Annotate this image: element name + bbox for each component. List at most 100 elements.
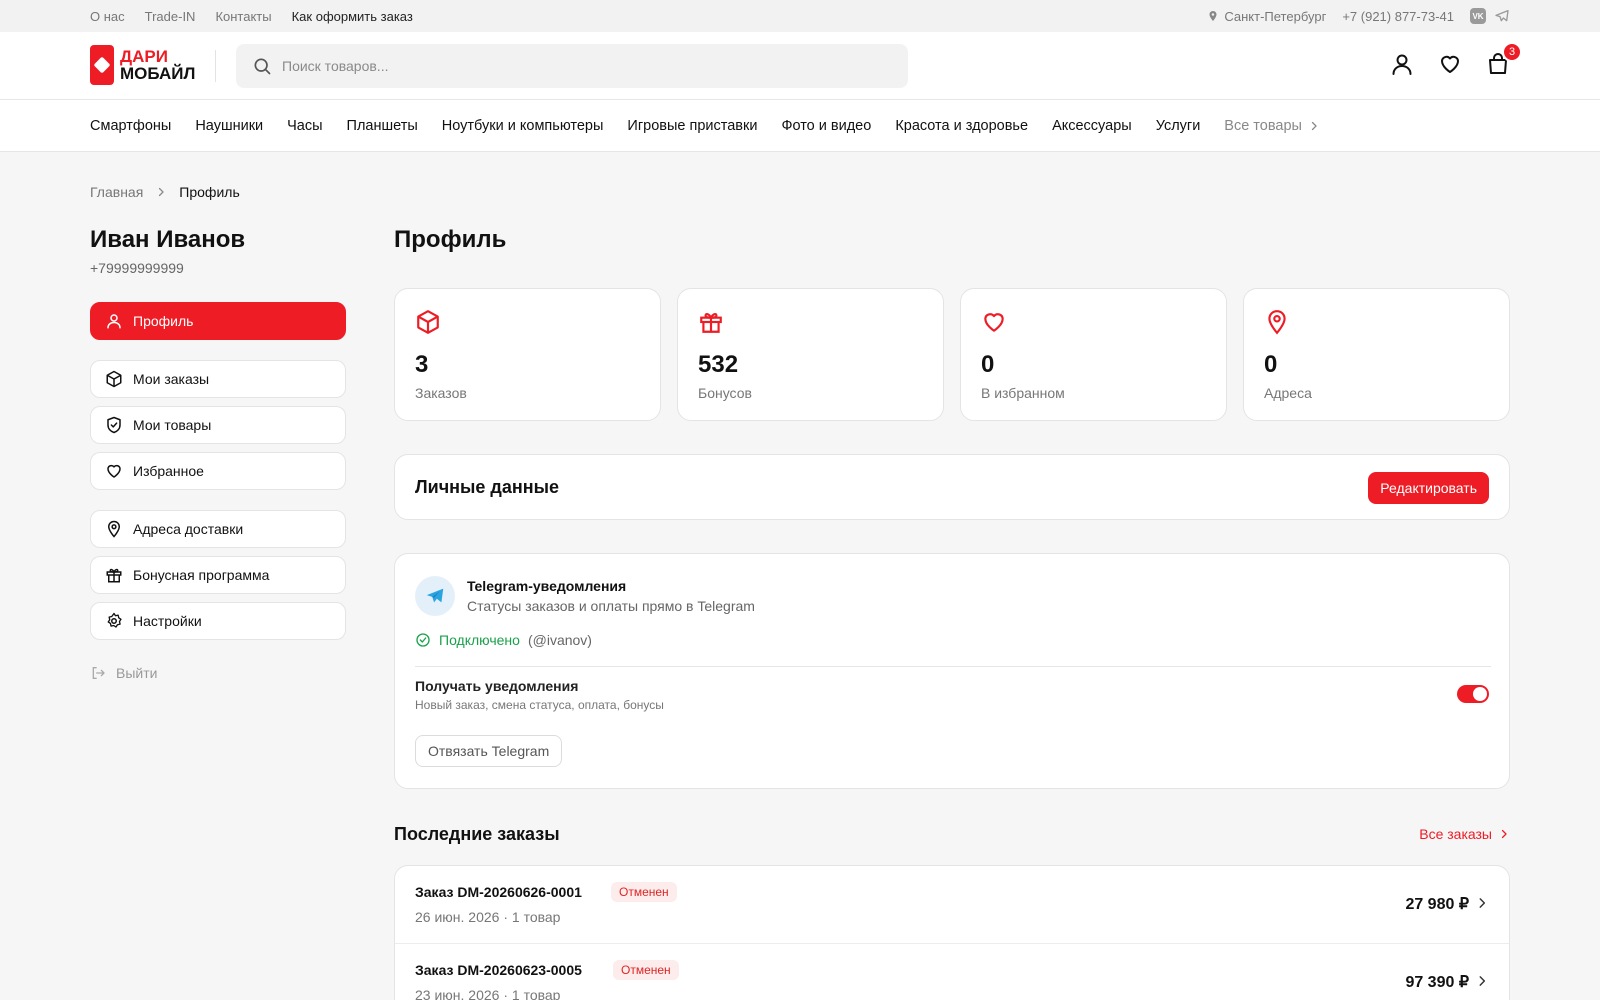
- breadcrumb: Главная Профиль: [90, 184, 240, 200]
- account-button[interactable]: [1390, 52, 1414, 76]
- sidebar-item-label: Мои заказы: [133, 371, 210, 387]
- order-row[interactable]: Заказ DM-20260623-0005 Отменен 23 июн. 2…: [395, 943, 1509, 1000]
- logo[interactable]: ДАРИ МОБАЙЛ: [90, 45, 195, 85]
- logo-line-2: МОБАЙЛ: [120, 64, 196, 83]
- stat-value: 0: [1264, 351, 1278, 378]
- favorites-button[interactable]: [1438, 52, 1462, 76]
- pin-icon: [1268, 310, 1286, 335]
- trade-in-link[interactable]: Trade-IN: [145, 9, 196, 24]
- stat-label: Бонусов: [698, 385, 752, 401]
- unlink-telegram-button[interactable]: Отвязать Telegram: [415, 735, 563, 767]
- order-items: 1 товар: [511, 909, 561, 925]
- page-title: Профиль: [394, 226, 507, 253]
- city-name: Санкт-Петербург: [1224, 8, 1327, 24]
- gift-icon: [700, 313, 722, 333]
- how-to-order-link[interactable]: Как оформить заказ: [292, 9, 413, 24]
- chevron-right-icon: [1311, 121, 1317, 131]
- nav-item-laptops[interactable]: Ноутбуки и компьютеры: [442, 118, 604, 134]
- status-badge: Отменен: [611, 882, 677, 902]
- stat-label: В избранном: [981, 385, 1065, 401]
- telegram-username: (@ivanov): [527, 632, 592, 648]
- stat-card-bonuses[interactable]: 532 Бонусов: [677, 288, 944, 421]
- order-price: 97 390 ₽: [1405, 974, 1469, 991]
- order-number: Заказ DM-20260626-0001: [415, 884, 582, 900]
- logo-divider: [215, 50, 216, 82]
- notifications-toggle[interactable]: [1457, 685, 1489, 703]
- edit-button[interactable]: Редактировать: [1368, 472, 1489, 504]
- logo-text: ДАРИ МОБАЙЛ: [120, 48, 195, 82]
- about-link[interactable]: О нас: [90, 9, 125, 24]
- stat-label: Адреса: [1264, 385, 1312, 401]
- header-actions: 3: [1390, 42, 1522, 76]
- stat-card-orders[interactable]: 3 Заказов: [394, 288, 661, 421]
- personal-data-title: Личные данные: [415, 477, 559, 497]
- breadcrumb-current: Профиль: [179, 184, 240, 200]
- sidebar-item-orders[interactable]: Мои заказы: [90, 360, 346, 398]
- chevron-right-icon: [159, 187, 164, 197]
- sidebar-item-label: Бонусная программа: [133, 567, 270, 583]
- orders-list: Заказ DM-20260626-0001 Отменен 26 июн. 2…: [394, 865, 1510, 1000]
- nav-item-accessories[interactable]: Аксессуары: [1052, 118, 1132, 134]
- check-circle-icon: [416, 633, 430, 647]
- order-meta: 23 июн. 2026 · 1 товар: [415, 987, 560, 1000]
- top-contacts: Санкт-Петербург +7 (921) 877-73-41 VK: [1207, 0, 1510, 32]
- city-selector[interactable]: Санкт-Петербург: [1207, 9, 1326, 24]
- category-nav: Смартфоны Наушники Часы Планшеты Ноутбук…: [0, 100, 1600, 152]
- sidebar-item-favorites[interactable]: Избранное: [90, 452, 346, 490]
- nav-item-headphones[interactable]: Наушники: [195, 118, 263, 134]
- box-icon: [106, 370, 122, 388]
- sidebar-item-addresses[interactable]: Адреса доставки: [90, 510, 346, 548]
- sidebar-item-settings[interactable]: Настройки: [90, 602, 346, 640]
- user-icon: [1392, 54, 1412, 75]
- order-price: 27 980 ₽: [1405, 896, 1469, 913]
- sidebar-item-label: Избранное: [133, 463, 204, 479]
- sidebar-item-profile[interactable]: Профиль: [90, 302, 346, 340]
- nav-item-all-products[interactable]: Все товары: [1224, 118, 1320, 134]
- search-icon: [254, 58, 271, 75]
- sidebar-item-my-products[interactable]: Мои товары: [90, 406, 346, 444]
- nav-item-smartphones[interactable]: Смартфоны: [90, 118, 171, 134]
- cart-count-badge: 3: [1502, 42, 1522, 62]
- stat-card-addresses[interactable]: 0 Адреса: [1243, 288, 1510, 421]
- order-number: Заказ DM-20260623-0005: [415, 962, 582, 978]
- telegram-logo: [415, 576, 455, 616]
- order-row[interactable]: Заказ DM-20260626-0001 Отменен 26 июн. 2…: [395, 866, 1509, 943]
- chevron-right-icon: [1479, 898, 1486, 908]
- nav-item-services[interactable]: Услуги: [1156, 118, 1201, 134]
- sidebar-item-bonus[interactable]: Бонусная программа: [90, 556, 346, 594]
- nav-item-consoles[interactable]: Игровые приставки: [627, 118, 757, 134]
- nav-item-tablets[interactable]: Планшеты: [347, 118, 418, 134]
- vk-icon[interactable]: VK: [1470, 8, 1486, 24]
- contacts-link[interactable]: Контакты: [215, 9, 271, 24]
- telegram-title: Telegram-уведомления: [467, 578, 627, 594]
- nav-item-beauty-health[interactable]: Красота и здоровье: [895, 118, 1028, 134]
- search-input[interactable]: [282, 58, 882, 74]
- logout-button[interactable]: Выйти: [90, 665, 157, 681]
- box-icon: [417, 310, 439, 334]
- all-orders-label: Все заказы: [1419, 826, 1492, 842]
- gear-icon: [107, 612, 122, 628]
- cart-button[interactable]: 3: [1486, 42, 1522, 76]
- search-bar: [236, 44, 908, 88]
- logout-label: Выйти: [116, 665, 158, 681]
- stat-card-favorites[interactable]: 0 В избранном: [960, 288, 1227, 421]
- order-date: 23 июн. 2026: [415, 987, 500, 1000]
- user-icon: [107, 314, 121, 329]
- telegram-icon[interactable]: [1494, 8, 1510, 24]
- user-name: Иван Иванов: [90, 226, 246, 253]
- stat-value: 0: [981, 351, 995, 378]
- nav-item-watches[interactable]: Часы: [287, 118, 322, 134]
- sidebar-item-label: Адреса доставки: [133, 521, 244, 537]
- nav-all-label: Все товары: [1224, 118, 1302, 134]
- order-date: 26 июн. 2026: [415, 909, 500, 925]
- nav-item-photo-video[interactable]: Фото и видео: [781, 118, 871, 134]
- telegram-subtitle: Статусы заказов и оплаты прямо в Telegra…: [467, 598, 755, 614]
- breadcrumb-home[interactable]: Главная: [90, 184, 143, 200]
- telegram-icon: [426, 588, 444, 603]
- stat-value: 3: [415, 351, 429, 378]
- telegram-status: Подключено (@ivanov): [415, 632, 592, 648]
- heart-icon: [984, 313, 1004, 332]
- all-orders-link[interactable]: Все заказы: [1419, 826, 1510, 842]
- order-meta: 26 июн. 2026 · 1 товар: [415, 909, 561, 925]
- phone-link[interactable]: +7 (921) 877-73-41: [1342, 9, 1454, 24]
